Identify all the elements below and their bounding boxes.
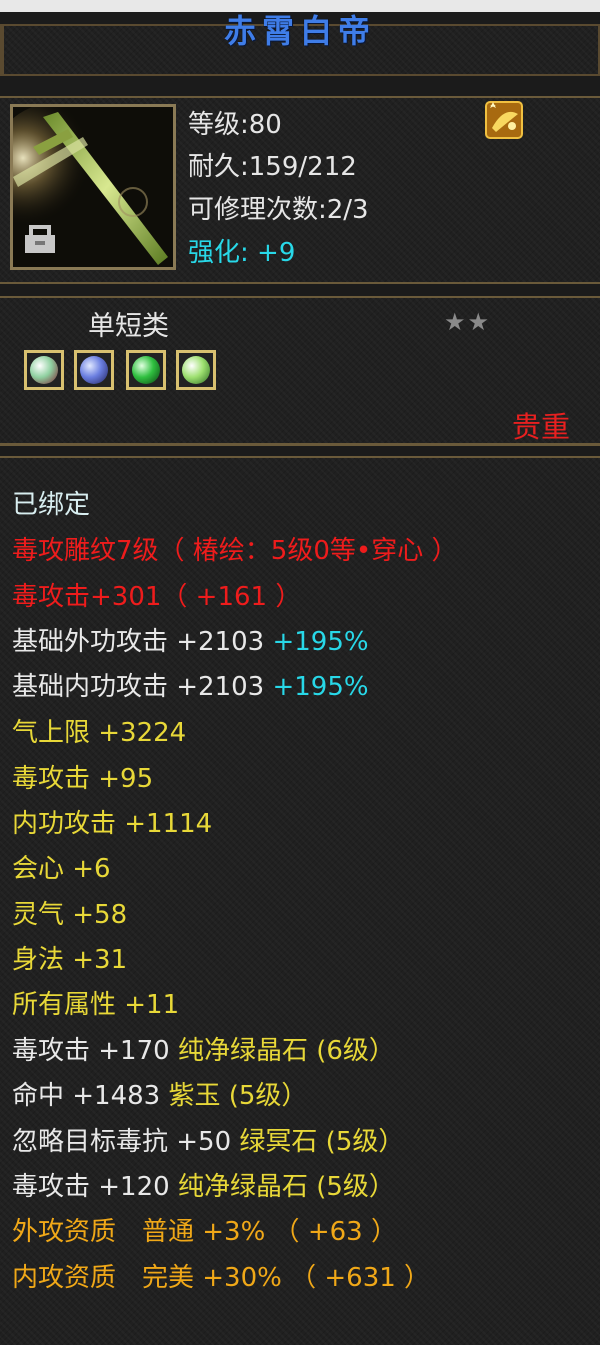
level-text: 等级:80 [188,110,282,140]
gem-3-icon [132,356,160,384]
gem-slot-2[interactable] [74,350,114,390]
quality-line: 外攻资质 普通 +3% （ +63 ） [12,1217,397,1247]
gem-stat-name: 纯净绿晶石 (6级） [177,1036,395,1066]
gem-stat-name: 纯净绿晶石 (5级） [177,1172,395,1202]
ext-attack-line: 基础外功攻击 +2103 +195% [12,621,369,658]
repair-count-text: 可修理次数:2/3 [188,195,369,225]
durability-text: 耐久:159/212 [188,152,357,182]
poison-main-line: 毒攻击+301（ +161 ） [12,582,302,612]
stat-line: 内功攻击 +1114 [12,809,213,839]
gem-stat-name: 紫玉 (5级） [168,1081,308,1111]
stat-line: 会心 +6 [12,854,111,884]
bound-status: 已绑定 [12,490,91,520]
item-icon[interactable] [10,104,176,270]
gem-1-icon [30,356,58,384]
gem-stat-prefix: 命中 +1483 [12,1081,169,1111]
lock-icon [25,225,55,253]
stat-line: 气上限 +3224 [12,718,187,748]
int-attack-value: 基础内功攻击 +2103 [12,672,265,702]
engrave-line: 毒攻雕纹7级（ 椿绘：5级0等•穿心 ） [12,536,458,566]
stat-line: 所有属性 +11 [12,990,180,1020]
gem-stat-prefix: 毒攻击 +120 [12,1172,178,1202]
rarity-label: 贵重 [512,410,571,444]
gem-stat-prefix: 忽略目标毒抗 +50 [12,1127,240,1157]
gem-2-icon [80,356,108,384]
stat-line: 灵气 +58 [12,900,128,930]
gem-stat-prefix: 毒攻击 +170 [12,1036,178,1066]
gem-slot-3[interactable] [126,350,166,390]
enhance-row: 强化: +9 [188,232,295,269]
ext-attack-pct: +195% [272,627,369,657]
int-attack-pct: +195% [272,672,369,702]
enhance-value: +9 [257,238,296,268]
gem-stat-line: 命中 +1483 紫玉 (5级） [12,1075,307,1112]
gem-stat-line: 毒攻击 +170 纯净绿晶石 (6级） [12,1030,395,1067]
gem-slot-4[interactable] [176,350,216,390]
gem-stat-line: 忽略目标毒抗 +50 绿冥石 (5级） [12,1121,404,1158]
weapon-category: 单短类 [88,311,169,342]
ext-attack-value: 基础外功攻击 +2103 [12,627,265,657]
gem-slot-1[interactable] [24,350,64,390]
item-name: 赤霄白帝 [223,12,376,50]
enhance-label: 强化: [188,238,249,268]
quality-line: 内攻资质 完美 +30% （ +631 ） [12,1263,431,1293]
treasure-icon[interactable] [482,96,526,142]
gem-stat-line: 毒攻击 +120 纯净绿晶石 (5级） [12,1166,395,1203]
star-rating: ★★ [444,308,492,336]
int-attack-line: 基础内功攻击 +2103 +195% [12,666,369,703]
stat-line: 身法 +31 [12,945,128,975]
stat-line: 毒攻击 +95 [12,764,154,794]
gem-stat-name: 绿冥石 (5级） [239,1127,405,1157]
gem-4-icon [182,356,210,384]
